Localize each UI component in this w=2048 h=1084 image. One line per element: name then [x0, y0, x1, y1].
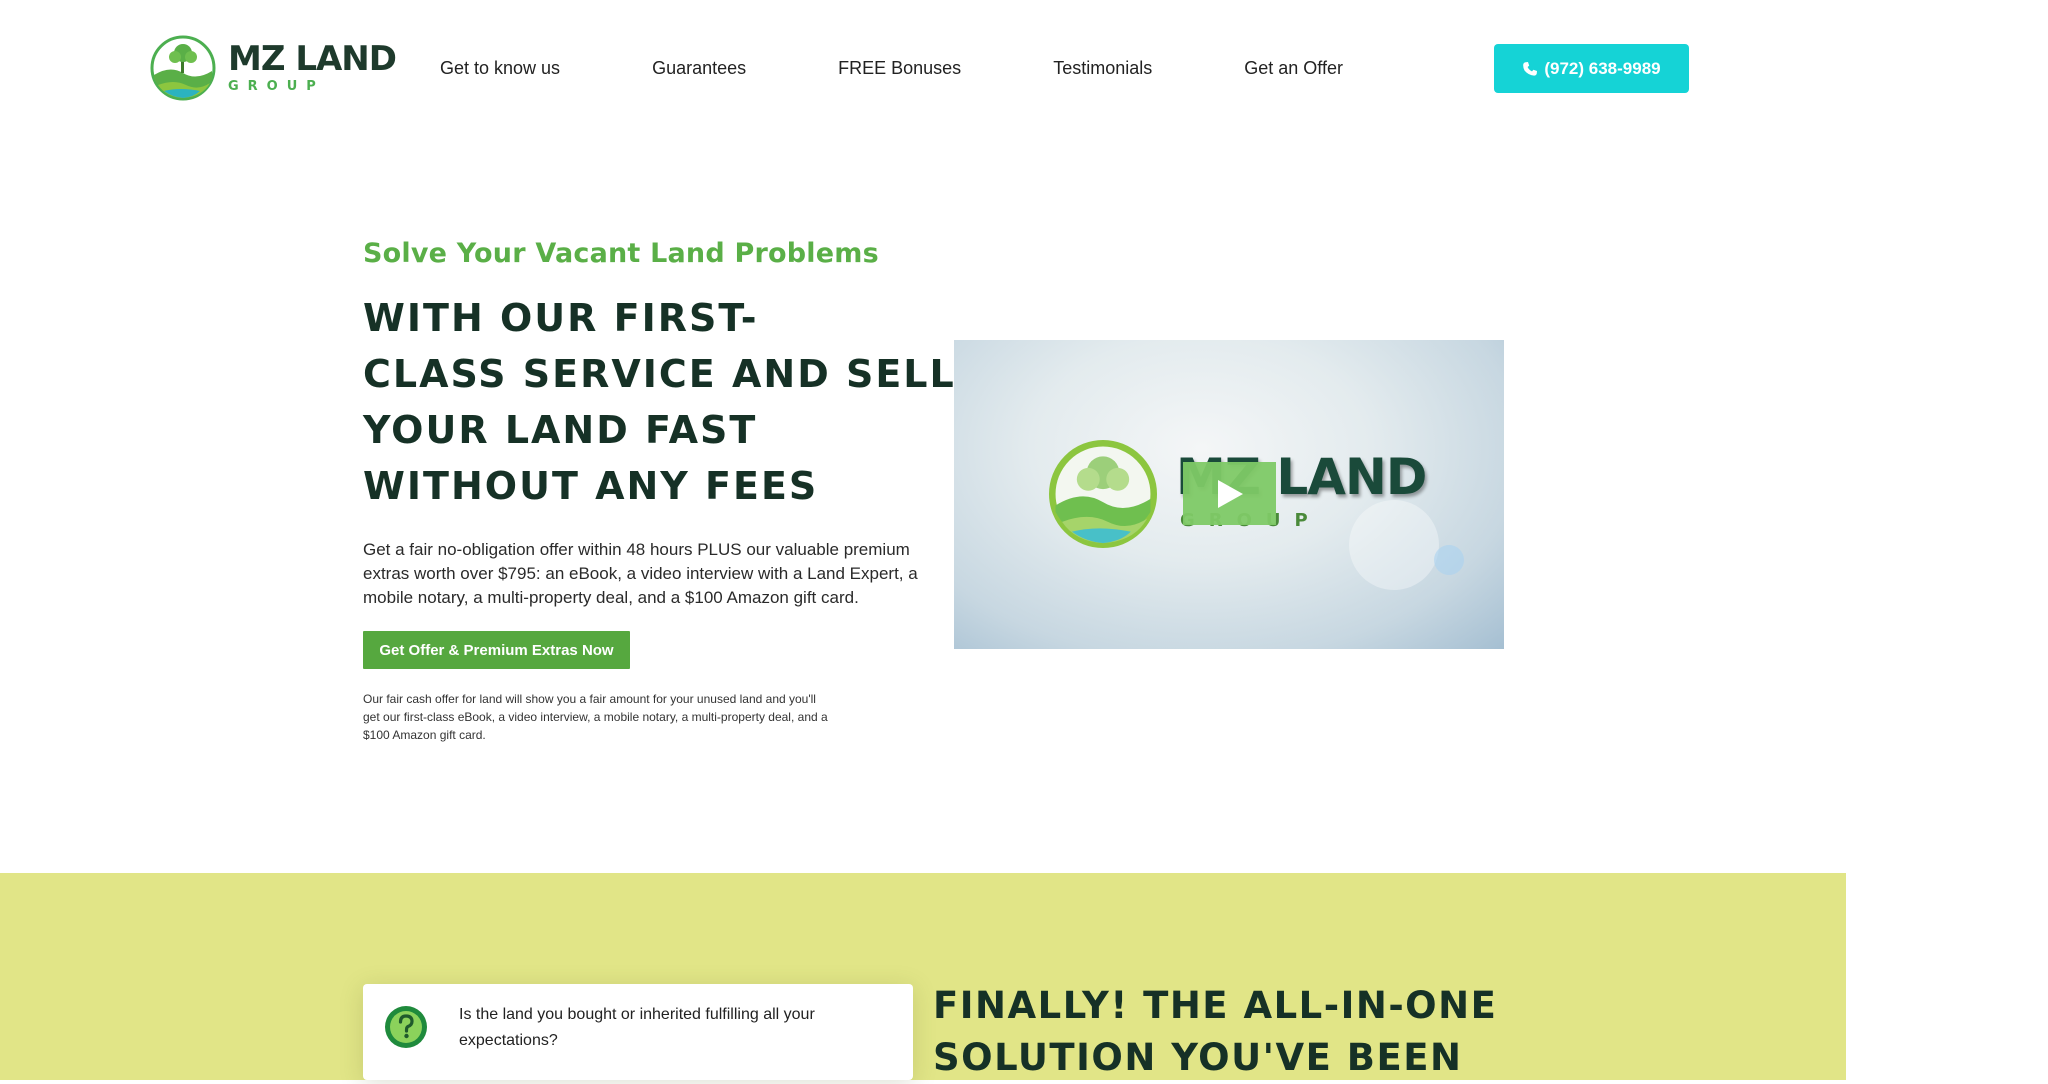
hero-title-line: WITH OUR FIRST- [363, 296, 759, 340]
nav-get-an-offer[interactable]: Get an Offer [1244, 56, 1343, 80]
problems-section [0, 873, 1846, 1080]
question-circle-icon [385, 1006, 427, 1048]
video-logo-icon [1049, 440, 1157, 548]
hero-title-line: CLASS SERVICE AND SELL [363, 352, 956, 396]
hero-title-line: YOUR LAND FAST [363, 408, 758, 452]
tree-globe-logo-icon [150, 35, 216, 101]
site-logo[interactable]: MZ LAND GROUP [150, 35, 397, 101]
question-text: Is the land you bought or inherited fulf… [459, 1006, 815, 1049]
main-nav: Get to know us Guarantees FREE Bonuses T… [440, 56, 1343, 80]
nav-get-to-know-us[interactable]: Get to know us [440, 56, 560, 80]
video-play-button[interactable] [1183, 462, 1276, 525]
nav-guarantees[interactable]: Guarantees [652, 56, 746, 80]
phone-icon [1523, 61, 1538, 76]
site-header: MZ LAND GROUP Get to know us Guarantees … [0, 0, 2048, 140]
hero-title-line: WITHOUT ANY FEES [363, 464, 819, 508]
lens-flare [1434, 545, 1464, 575]
hero-fine-print: Our fair cash offer for land will show y… [363, 692, 828, 742]
lens-flare [1349, 500, 1439, 590]
section-heading: FINALLY! THE ALL-IN-ONE SOLUTION YOU'VE … [933, 980, 1498, 1084]
logo-name: MZ LAND [228, 39, 397, 79]
section-heading-line: SOLUTION YOU'VE BEEN [933, 1036, 1463, 1079]
nav-free-bonuses[interactable]: FREE Bonuses [838, 56, 961, 80]
nav-testimonials[interactable]: Testimonials [1053, 56, 1152, 80]
hero-description: Get a fair no-obligation offer within 48… [363, 540, 918, 607]
phone-call-button[interactable]: (972) 638-9989 [1494, 44, 1689, 93]
question-card: Is the land you bought or inherited fulf… [363, 984, 913, 1080]
section-heading-line: FINALLY! THE ALL-IN-ONE [933, 984, 1498, 1027]
play-icon [1217, 479, 1243, 508]
hero-title: WITH OUR FIRST- CLASS SERVICE AND SELL Y… [363, 290, 956, 514]
phone-number: (972) 638-9989 [1544, 58, 1661, 78]
hero-subtitle: Solve Your Vacant Land Problems [363, 238, 879, 269]
get-offer-button[interactable]: Get Offer & Premium Extras Now [363, 631, 630, 669]
logo-subtitle: GROUP [228, 79, 325, 94]
intro-video-player[interactable]: MZ LAND GROUP [954, 340, 1504, 649]
